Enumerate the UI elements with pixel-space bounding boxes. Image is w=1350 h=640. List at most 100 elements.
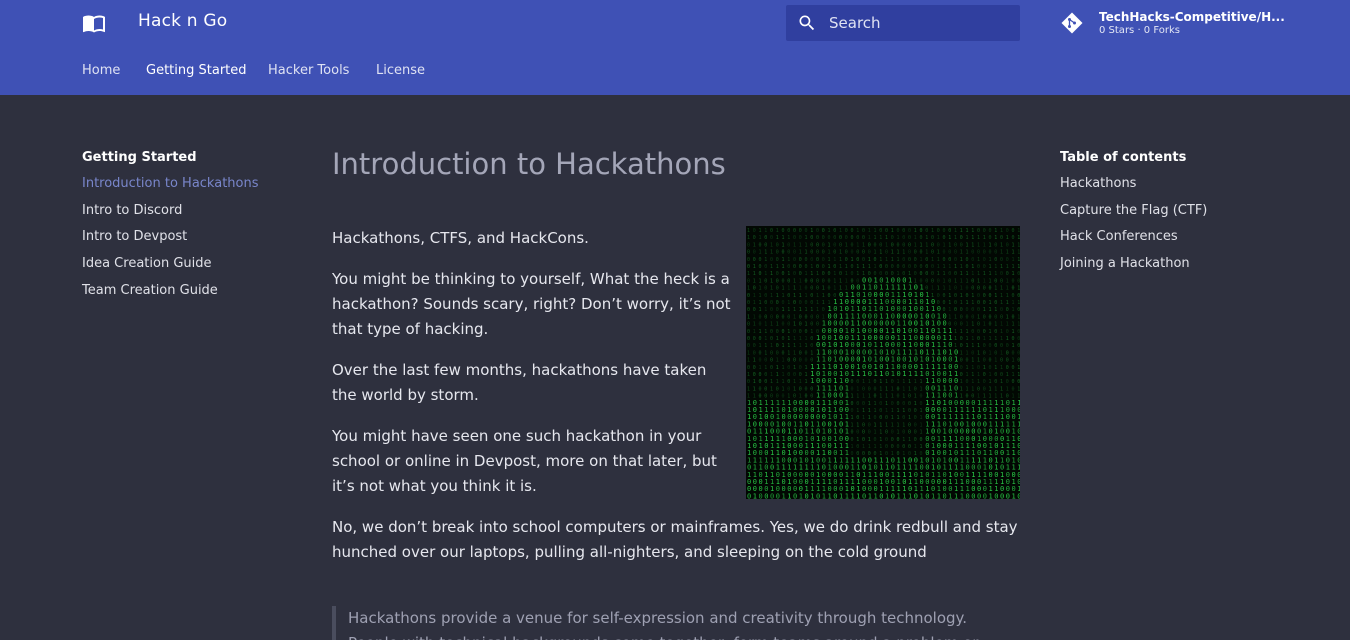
svg-text:1: 1 — [902, 370, 906, 378]
svg-text:1: 1 — [908, 437, 911, 443]
svg-text:0: 0 — [908, 394, 911, 400]
svg-text:1: 1 — [845, 264, 848, 270]
svg-text:0: 0 — [782, 250, 785, 256]
toc-item-hack-conferences[interactable]: Hack Conferences — [1060, 229, 1178, 244]
svg-text:0: 0 — [787, 322, 790, 328]
svg-text:0: 0 — [937, 242, 940, 248]
svg-text:1: 1 — [874, 250, 877, 256]
svg-text:1: 1 — [948, 307, 951, 313]
top-header: Hack n Go Search TechHacks-Competitive/H… — [0, 0, 1350, 95]
svg-text:0: 0 — [839, 242, 842, 248]
repo-name[interactable]: TechHacks-Competitive/H... — [1099, 10, 1285, 24]
svg-text:1: 1 — [948, 492, 952, 499]
search-box[interactable]: Search — [786, 5, 1020, 41]
svg-text:0: 0 — [799, 235, 802, 241]
svg-text:1: 1 — [810, 271, 813, 277]
svg-text:1: 1 — [1012, 358, 1015, 364]
svg-text:1: 1 — [787, 329, 790, 335]
svg-text:0: 0 — [787, 365, 790, 371]
svg-text:0: 0 — [764, 242, 767, 248]
svg-text:0: 0 — [862, 257, 865, 263]
svg-text:0: 0 — [948, 278, 951, 284]
sidebar-item-intro-to-devpost[interactable]: Intro to Devpost — [82, 229, 187, 244]
svg-text:1: 1 — [1012, 300, 1015, 306]
svg-text:0: 0 — [960, 322, 963, 328]
svg-text:0: 0 — [851, 264, 854, 270]
svg-text:0: 0 — [747, 250, 750, 256]
svg-text:0: 0 — [937, 228, 940, 234]
svg-text:0: 0 — [776, 343, 779, 349]
tab-home[interactable]: Home — [82, 63, 120, 78]
svg-text:1: 1 — [971, 372, 974, 378]
tab-getting-started[interactable]: Getting Started — [146, 63, 247, 78]
svg-text:0: 0 — [759, 372, 762, 378]
svg-text:0: 0 — [822, 235, 825, 241]
sidebar-item-introduction-to-hackathons[interactable]: Introduction to Hackathons — [82, 176, 259, 191]
svg-text:0: 0 — [966, 314, 969, 320]
svg-text:0: 0 — [914, 264, 917, 270]
svg-text:1: 1 — [856, 437, 859, 443]
svg-text:0: 0 — [799, 386, 802, 392]
svg-text:1: 1 — [879, 370, 883, 378]
svg-text:1: 1 — [989, 329, 992, 335]
toc-item-hackathons[interactable]: Hackathons — [1060, 176, 1136, 191]
svg-text:1: 1 — [776, 379, 779, 385]
svg-text:1: 1 — [776, 358, 779, 364]
svg-text:0: 0 — [805, 300, 808, 306]
svg-text:0: 0 — [1012, 314, 1015, 320]
svg-text:0: 0 — [810, 386, 813, 392]
svg-text:1: 1 — [885, 242, 888, 248]
svg-text:1: 1 — [897, 492, 901, 499]
svg-text:0: 0 — [793, 492, 797, 499]
svg-text:0: 0 — [810, 314, 813, 320]
svg-text:0: 0 — [805, 314, 808, 320]
svg-text:1: 1 — [759, 235, 762, 241]
svg-text:1: 1 — [983, 271, 986, 277]
book-open-icon[interactable] — [82, 11, 106, 35]
svg-text:1: 1 — [994, 358, 997, 364]
svg-text:1: 1 — [920, 422, 923, 428]
svg-text:1: 1 — [822, 293, 825, 299]
search-input[interactable]: Search — [829, 14, 881, 32]
svg-text:0: 0 — [966, 293, 969, 299]
svg-text:1: 1 — [908, 379, 911, 385]
tab-hacker-tools[interactable]: Hacker Tools — [268, 63, 349, 78]
toc-item-capture-the-flag[interactable]: Capture the Flag (CTF) — [1060, 203, 1207, 218]
svg-text:1: 1 — [983, 322, 986, 328]
svg-text:1: 1 — [879, 394, 882, 400]
svg-text:1: 1 — [983, 307, 986, 313]
svg-text:0: 0 — [1006, 358, 1009, 364]
svg-text:0: 0 — [764, 492, 768, 499]
svg-text:1: 1 — [902, 492, 906, 499]
svg-text:0: 0 — [971, 257, 974, 263]
svg-text:0: 0 — [885, 437, 888, 443]
toc-item-joining-a-hackathon[interactable]: Joining a Hackathon — [1060, 256, 1190, 271]
binary-hacker-art: 1011010000010010100101100100010010001111… — [747, 228, 1020, 499]
svg-text:0: 0 — [983, 257, 986, 263]
site-title[interactable]: Hack n Go — [138, 11, 227, 31]
svg-text:0: 0 — [759, 358, 762, 364]
svg-text:0: 0 — [816, 250, 819, 256]
git-icon[interactable] — [1060, 11, 1084, 35]
svg-text:0: 0 — [810, 286, 813, 292]
svg-text:1: 1 — [1012, 307, 1015, 313]
svg-text:1: 1 — [920, 430, 923, 436]
sidebar-item-intro-to-discord[interactable]: Intro to Discord — [82, 203, 182, 218]
svg-text:1: 1 — [828, 228, 831, 234]
sidebar-item-team-creation-guide[interactable]: Team Creation Guide — [82, 283, 218, 298]
svg-text:0: 0 — [908, 444, 911, 450]
svg-text:0: 0 — [862, 430, 865, 436]
svg-text:1: 1 — [954, 228, 957, 234]
sidebar-item-idea-creation-guide[interactable]: Idea Creation Guide — [82, 256, 212, 271]
svg-text:0: 0 — [914, 430, 917, 436]
svg-text:1: 1 — [868, 257, 871, 263]
svg-text:1: 1 — [966, 278, 969, 284]
tab-license[interactable]: License — [376, 63, 425, 78]
svg-text:0: 0 — [747, 343, 750, 349]
svg-text:1: 1 — [960, 379, 963, 385]
svg-text:1: 1 — [914, 394, 917, 400]
svg-text:0: 0 — [920, 401, 923, 407]
svg-text:0: 0 — [747, 264, 750, 270]
svg-text:0: 0 — [1017, 358, 1020, 364]
svg-text:1: 1 — [770, 343, 773, 349]
